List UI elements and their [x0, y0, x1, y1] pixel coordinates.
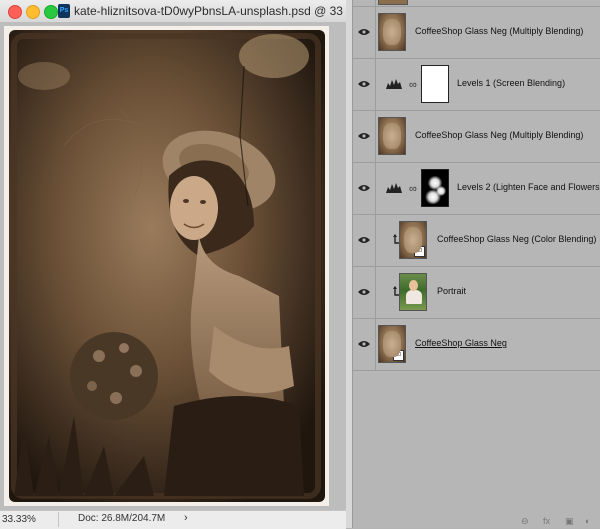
layer-thumbnail: [378, 117, 406, 155]
eye-icon[interactable]: [358, 236, 370, 244]
minimize-window-button[interactable]: [26, 5, 40, 19]
layer-row[interactable]: CoffeeShop Glass Neg (Multiply Blending): [353, 7, 600, 59]
visibility-cell[interactable]: [353, 0, 376, 6]
visibility-cell[interactable]: [353, 163, 376, 214]
layers-empty-area: [353, 371, 600, 514]
layer-name[interactable]: Levels 2 (Lighten Face and Flowers): [457, 182, 600, 192]
status-menu-arrow-icon[interactable]: ›: [184, 512, 188, 524]
layer-name[interactable]: CoffeeShop Glass Neg (Multiply Blending): [415, 26, 583, 36]
layer-thumbnail: ⊡: [378, 325, 406, 363]
visibility-cell[interactable]: [353, 59, 376, 110]
layer-name[interactable]: CoffeeShop Glass Neg (Color Blending): [437, 234, 596, 244]
layer-row[interactable]: ⊡ CoffeeShop Glass Neg (Color Blending): [353, 215, 600, 267]
eye-icon[interactable]: [358, 184, 370, 192]
layer-row[interactable]: ∞ Levels 2 (Lighten Face and Flowers): [353, 163, 600, 215]
layer-row[interactable]: ⊡ CoffeeShop Glass Neg: [353, 319, 600, 371]
layer-thumbnail: ⊡: [399, 221, 427, 259]
layer-name[interactable]: Levels 1 (Screen Blending): [457, 78, 565, 88]
visibility-cell[interactable]: [353, 267, 376, 318]
adjustment-layer-icon[interactable]: ◐: [585, 516, 590, 526]
levels-histogram-icon[interactable]: [386, 181, 402, 193]
smart-object-badge-icon: ⊡: [393, 350, 404, 361]
visibility-cell[interactable]: [353, 7, 376, 58]
sepia-portrait-image[interactable]: [4, 26, 329, 506]
zoom-level-field[interactable]: 33.33%: [0, 512, 59, 527]
document-title: kate-hliznitsova-tD0wyPbnsLA-unsplash.ps…: [74, 4, 344, 18]
chain-link-icon[interactable]: ∞: [409, 183, 419, 195]
document-window: Ps kate-hliznitsova-tD0wyPbnsLA-unsplash…: [0, 0, 346, 529]
eye-icon[interactable]: [358, 28, 370, 36]
chain-link-icon[interactable]: ∞: [409, 79, 419, 91]
link-layers-icon[interactable]: ⊖: [521, 516, 529, 527]
layer-row[interactable]: Portrait: [353, 267, 600, 319]
layers-panel: CoffeeShop Glass Neg (Multiply Blending)…: [352, 0, 600, 528]
status-bar: 33.33% Doc: 26.8M/204.7M ›: [0, 510, 346, 529]
layer-style-fx-icon[interactable]: fx: [543, 516, 550, 526]
visibility-cell[interactable]: [353, 319, 376, 370]
layer-mask-thumbnail[interactable]: [421, 65, 449, 103]
layer-name[interactable]: CoffeeShop Glass Neg (Multiply Blending): [415, 130, 583, 140]
smart-object-badge-icon: ⊡: [414, 246, 425, 257]
eye-icon[interactable]: [358, 80, 370, 88]
visibility-cell[interactable]: [353, 215, 376, 266]
levels-histogram-icon[interactable]: [386, 77, 402, 89]
layer-mask-thumbnail[interactable]: [421, 169, 449, 207]
close-window-button[interactable]: [8, 5, 22, 19]
layers-panel-footer: ⊖ fx ▣ ◐: [353, 514, 600, 528]
layer-row[interactable]: CoffeeShop Glass Neg (Multiply Blending): [353, 111, 600, 163]
eye-icon[interactable]: [358, 340, 370, 348]
layer-thumbnail: [378, 0, 408, 5]
canvas-area[interactable]: [0, 22, 346, 510]
eye-icon[interactable]: [358, 288, 370, 296]
visibility-cell[interactable]: [353, 111, 376, 162]
layer-row[interactable]: ∞ Levels 1 (Screen Blending): [353, 59, 600, 111]
layer-thumbnail: [399, 273, 427, 311]
layer-row-partial[interactable]: [353, 0, 600, 7]
eye-icon[interactable]: [358, 132, 370, 140]
layer-name[interactable]: Portrait: [437, 286, 466, 296]
psd-file-icon: Ps: [58, 4, 70, 18]
add-mask-icon[interactable]: ▣: [565, 516, 574, 527]
document-size-info[interactable]: Doc: 26.8M/204.7M: [78, 513, 165, 524]
maximize-window-button[interactable]: [44, 5, 58, 19]
layer-name[interactable]: CoffeeShop Glass Neg: [415, 338, 507, 348]
document-titlebar[interactable]: Ps kate-hliznitsova-tD0wyPbnsLA-unsplash…: [0, 0, 346, 23]
layer-thumbnail: [378, 13, 406, 51]
